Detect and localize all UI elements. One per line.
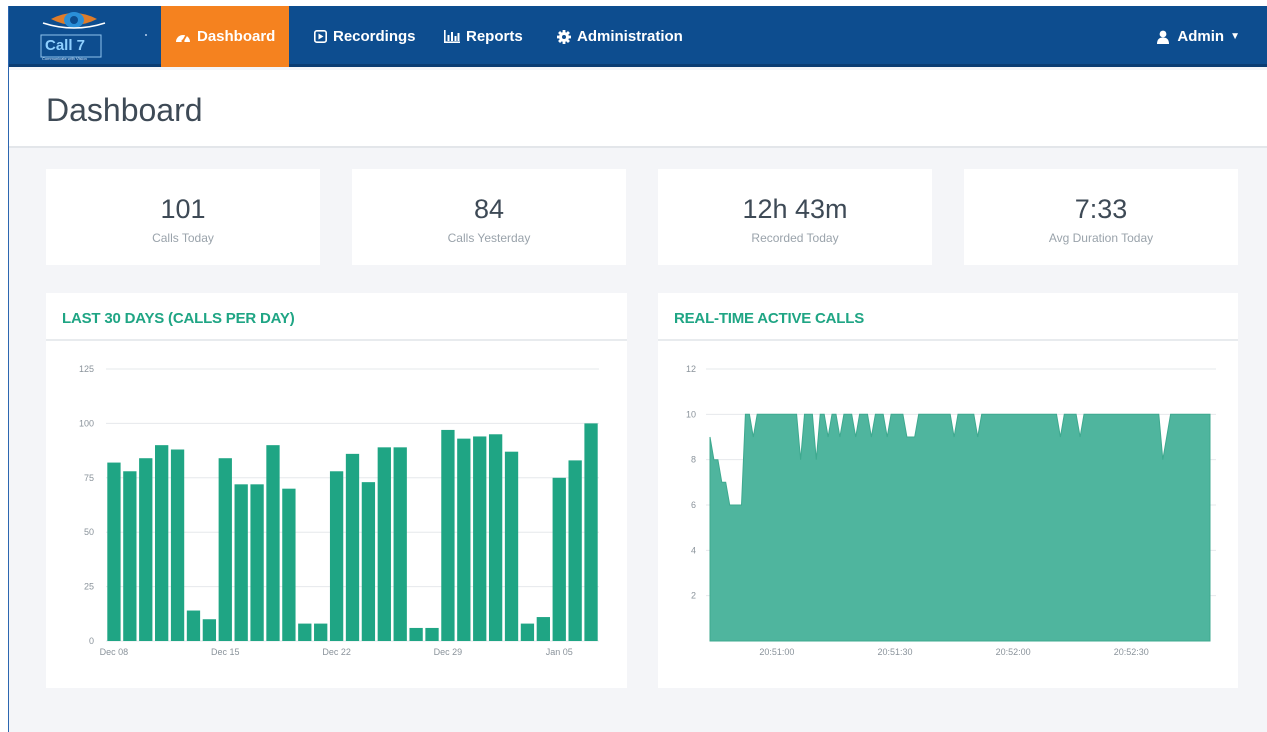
y-tick-label: 8 (691, 455, 696, 465)
bar (202, 619, 217, 641)
bar (266, 445, 280, 641)
user-icon (1157, 30, 1170, 44)
bar (186, 610, 201, 641)
play-square-icon (314, 30, 327, 43)
bar (441, 429, 455, 641)
user-menu-label: Admin (1177, 28, 1225, 45)
bar (234, 484, 248, 641)
y-tick-label: 12 (686, 364, 696, 374)
bar (568, 460, 582, 641)
nav-administration[interactable]: Administration (543, 6, 697, 67)
nav-recordings-label: Recordings (333, 28, 416, 45)
bar (282, 488, 296, 641)
area-series (709, 413, 1211, 642)
x-tick-label: 20:52:30 (1114, 647, 1149, 657)
dashboard-icon (176, 34, 190, 42)
stat-label: Recorded Today (751, 231, 839, 245)
bar (298, 623, 312, 641)
bar (552, 477, 566, 641)
y-tick-label: 6 (691, 500, 696, 510)
nav-reports-label: Reports (466, 28, 523, 45)
bar (345, 453, 360, 641)
logo-text: Call 7 (45, 37, 86, 54)
stat-card-calls-yesterday: 84 Calls Yesterday (352, 169, 626, 265)
stat-card-calls-today: 101 Calls Today (46, 169, 320, 265)
x-tick-label: Dec 15 (211, 647, 240, 657)
y-tick-label: 10 (686, 409, 696, 419)
bar (409, 627, 423, 641)
y-tick-label: 125 (79, 364, 94, 374)
x-tick-label: 20:52:00 (996, 647, 1031, 657)
bar (170, 449, 185, 641)
x-tick-label: Jan 05 (546, 647, 573, 657)
x-tick-label: Dec 08 (100, 647, 129, 657)
calls-per-day-panel: LAST 30 DAYS (CALLS PER DAY) 0 25 50 75 100 1… (46, 293, 627, 688)
panel-header: LAST 30 DAYS (CALLS PER DAY) (46, 293, 627, 341)
bar (139, 458, 153, 641)
chevron-down-icon: ▼ (1230, 31, 1240, 42)
page-title: Dashboard (46, 92, 203, 128)
y-tick-label: 75 (84, 473, 94, 483)
bar (377, 447, 391, 641)
x-tick-label: Dec 29 (434, 647, 463, 657)
stat-label: Calls Today (152, 231, 214, 245)
bar (314, 623, 328, 641)
bar (393, 447, 407, 641)
nav-administration-label: Administration (577, 28, 683, 45)
bar (473, 436, 487, 641)
nav-dashboard[interactable]: Dashboard (161, 6, 290, 67)
x-tick-label: 20:51:00 (759, 647, 794, 657)
bar (504, 451, 519, 641)
stat-label: Avg Duration Today (1048, 231, 1154, 245)
app-frame: Call 7 Communicate with Vision Dashboard… (8, 6, 1267, 732)
bar (520, 623, 535, 641)
nav-reports[interactable]: Reports (430, 6, 537, 67)
nav-recordings[interactable]: Recordings (300, 6, 430, 67)
bar-chart-icon (444, 30, 460, 43)
y-tick-label: 100 (79, 418, 94, 428)
bar (123, 471, 137, 641)
gear-icon (557, 29, 571, 44)
top-navbar: Call 7 Communicate with Vision Dashboard… (9, 6, 1267, 67)
bar (488, 434, 503, 641)
stat-value: 12h 43m (742, 194, 848, 224)
x-tick-label: 20:51:30 (878, 647, 913, 657)
y-tick-label: 25 (84, 582, 94, 592)
bar (425, 627, 439, 641)
x-tick-label: Dec 22 (322, 647, 351, 657)
panel-title: LAST 30 DAYS (CALLS PER DAY) (62, 310, 295, 327)
stat-card-recorded-today: 12h 43m Recorded Today (658, 169, 932, 265)
panel-header: REAL-TIME ACTIVE CALLS (658, 293, 1238, 341)
stat-label: Calls Yesterday (447, 231, 531, 245)
active-calls-area-chart: 2 4 6 8 10 12 20:51:00 20:51:30 20:52:00 20:52:30 (686, 364, 1216, 657)
stat-value: 84 (473, 194, 505, 224)
bar (155, 445, 169, 641)
stat-card-avg-duration: 7:33 Avg Duration Today (964, 169, 1238, 265)
stat-value: 101 (160, 194, 206, 224)
bar (584, 423, 598, 641)
y-tick-label: 0 (89, 636, 94, 646)
user-menu[interactable]: Admin ▼ (1157, 6, 1240, 67)
nav-divider-dot (145, 34, 147, 36)
y-tick-label: 2 (691, 591, 696, 601)
stat-value: 7:33 (1074, 194, 1128, 224)
bar (250, 484, 264, 641)
bar (361, 482, 376, 641)
bar (536, 617, 550, 641)
page-header: Dashboard (9, 70, 1267, 148)
logo-tagline: Communicate with Vision (42, 56, 87, 61)
panel-title: REAL-TIME ACTIVE CALLS (674, 310, 865, 327)
y-tick-label: 50 (84, 527, 94, 537)
brand-logo[interactable]: Call 7 Communicate with Vision (33, 9, 115, 63)
bar (107, 462, 121, 641)
nav-dashboard-label: Dashboard (197, 28, 276, 45)
active-calls-panel: REAL-TIME ACTIVE CALLS 2 4 6 8 10 12 20:51:00 2… (658, 293, 1238, 688)
bar (329, 471, 344, 641)
y-tick-label: 4 (691, 545, 696, 555)
bar (218, 458, 232, 641)
calls-per-day-bar-chart: 0 25 50 75 100 125 Dec 08 Dec 15 Dec 22 Dec 29 Jan… (79, 364, 599, 657)
bar (457, 438, 471, 641)
